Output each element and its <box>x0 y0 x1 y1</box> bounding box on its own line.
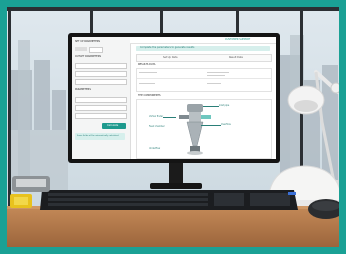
callout-label: Vortex finder <box>149 115 164 118</box>
parameter-field[interactable] <box>75 79 127 85</box>
results-title: RESULTS DATA <box>138 63 156 66</box>
parameter-field[interactable] <box>75 113 127 119</box>
callout-label: Feed chamber <box>149 125 165 128</box>
diagram-title: THE COMPONENTS <box>138 94 161 97</box>
callout-label: Underflow <box>149 147 161 150</box>
parameter-field[interactable] <box>75 97 127 103</box>
tab-bar: Set Up Data Result Data <box>136 54 272 62</box>
parameter-field[interactable] <box>75 105 127 111</box>
info-banner: Complete the parameters to generate resu… <box>136 46 270 51</box>
parameter-field[interactable] <box>75 71 127 77</box>
results-table <box>136 68 272 92</box>
tape-measure-icon <box>10 176 50 208</box>
left-section-title-1: SET UP PARAMETERS <box>75 40 101 43</box>
calculate-button[interactable]: Calculate <box>102 123 126 129</box>
toggle-button[interactable] <box>75 47 87 51</box>
left-section-title-3: PARAMETERS <box>75 88 91 91</box>
left-section-title-2: OUTLET PARAMETERS <box>75 55 101 58</box>
callout-label: Inlet pipe <box>219 104 230 107</box>
photo-scene: SET UP PARAMETERS OUTLET PARAMETERS PARA… <box>0 0 346 254</box>
hydrocyclone-diagram <box>179 104 211 155</box>
callout-label: Overflow <box>221 123 231 126</box>
monitor-screen: SET UP PARAMETERS OUTLET PARAMETERS PARA… <box>72 37 276 159</box>
mouse-icon <box>308 199 344 219</box>
tab-results[interactable]: Result Data <box>229 56 243 60</box>
toggle-button[interactable] <box>89 47 103 53</box>
customer-support-link[interactable]: CUSTOMER SUPPORT <box>225 38 250 42</box>
left-panel: SET UP PARAMETERS OUTLET PARAMETERS PARA… <box>72 37 131 159</box>
monitor: SET UP PARAMETERS OUTLET PARAMETERS PARA… <box>68 33 280 163</box>
parameter-field[interactable] <box>75 63 127 69</box>
keyboard-icon <box>40 190 298 210</box>
monitor-stand <box>169 163 183 185</box>
tab-setup[interactable]: Set Up Data <box>163 56 177 60</box>
top-bar: CUSTOMER SUPPORT <box>130 37 276 44</box>
diagram-panel: Inlet pipe Vortex finder Feed chamber Ov… <box>136 99 272 159</box>
info-note: Some fields will be automatically calcul… <box>75 133 125 140</box>
